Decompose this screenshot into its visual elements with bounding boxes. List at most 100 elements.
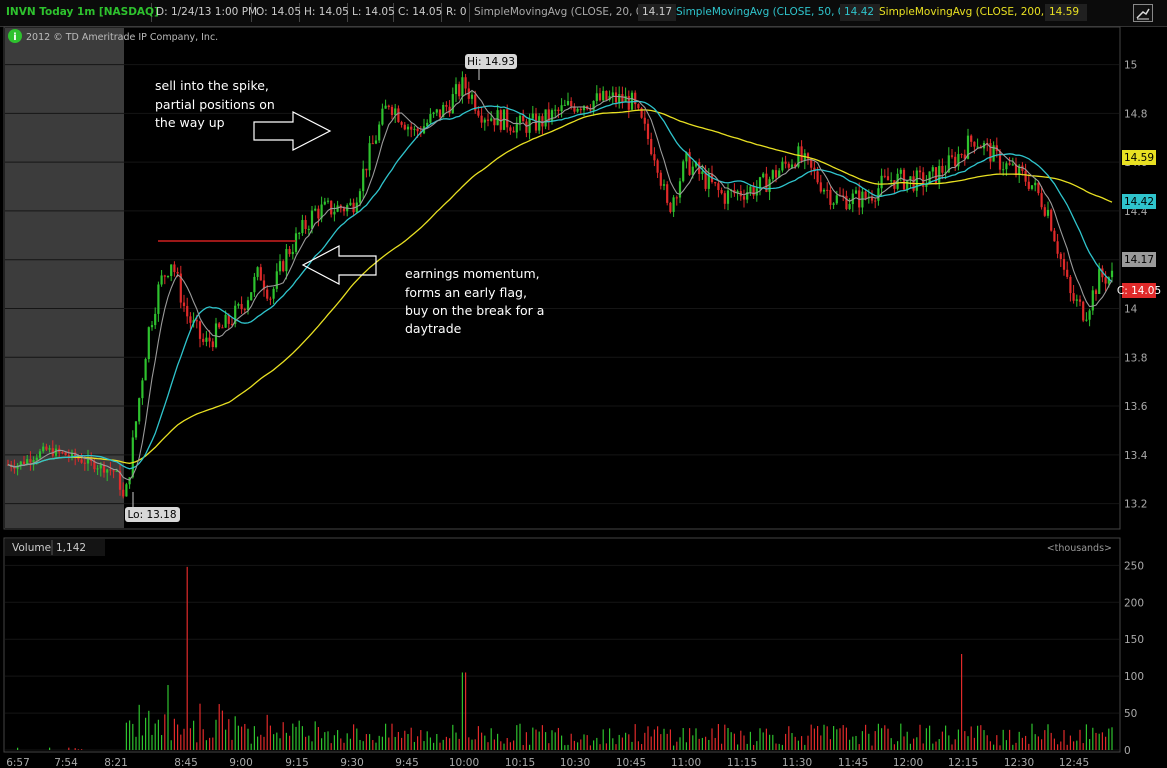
candle-body bbox=[675, 197, 678, 199]
candle-body bbox=[330, 200, 333, 215]
candle-body bbox=[416, 128, 419, 132]
candle-body bbox=[397, 108, 400, 123]
candle-body bbox=[752, 186, 755, 196]
candle-body bbox=[742, 196, 746, 200]
candle-body bbox=[400, 122, 403, 125]
candle-body bbox=[611, 92, 614, 97]
candle-body bbox=[960, 154, 963, 156]
candle-body bbox=[314, 208, 317, 211]
candle-body bbox=[899, 169, 902, 174]
candle-body bbox=[374, 140, 378, 144]
candle-body bbox=[515, 123, 518, 133]
candle-body bbox=[1011, 164, 1014, 166]
candle-body bbox=[362, 168, 365, 192]
candle-body bbox=[1043, 207, 1046, 216]
price-volume-chart[interactable]: 13.213.413.613.81414.214.414.614.815 i 2… bbox=[0, 0, 1167, 768]
time-tick-label: 11:30 bbox=[782, 757, 812, 768]
candle-body bbox=[717, 183, 720, 191]
candle-body bbox=[781, 161, 784, 171]
candle-body bbox=[832, 203, 835, 205]
candle-body bbox=[1046, 209, 1050, 216]
candle-body bbox=[621, 94, 624, 103]
candle-body bbox=[762, 173, 765, 178]
candle-body bbox=[653, 154, 656, 161]
candle-body bbox=[378, 124, 381, 141]
candle-body bbox=[563, 104, 566, 106]
time-tick-label: 8:21 bbox=[104, 757, 128, 768]
annotation-line: buy on the break for a bbox=[405, 303, 544, 318]
time-tick-label: 7:54 bbox=[54, 757, 78, 768]
candle-body bbox=[557, 109, 560, 112]
candle-body bbox=[96, 468, 99, 470]
info-icon-glyph: i bbox=[13, 32, 16, 43]
candle-body bbox=[886, 176, 890, 181]
candle-body bbox=[774, 170, 778, 178]
candle-body bbox=[266, 289, 269, 299]
candle-body bbox=[243, 309, 246, 311]
candle-body bbox=[384, 105, 387, 109]
candle-body bbox=[509, 127, 512, 131]
candle-body bbox=[323, 201, 326, 205]
candle-body bbox=[310, 210, 314, 229]
volume-axis: 0 50 100 150 200 250 bbox=[1124, 560, 1144, 757]
candle-body bbox=[445, 104, 448, 107]
candle-body bbox=[240, 304, 243, 310]
candle-body bbox=[656, 160, 659, 173]
time-tick-label: 8:45 bbox=[174, 757, 198, 768]
sma20-tag-text: 14.17 bbox=[1124, 254, 1154, 266]
candle-body bbox=[122, 489, 125, 497]
candle-body bbox=[205, 337, 208, 342]
candle-body bbox=[403, 124, 406, 130]
candle-body bbox=[1040, 193, 1043, 208]
candle-body bbox=[298, 233, 301, 235]
candle-body bbox=[406, 126, 410, 130]
candle-body bbox=[1059, 253, 1062, 259]
candle-body bbox=[342, 208, 346, 212]
candle-body bbox=[150, 325, 154, 328]
time-tick-label: 6:57 bbox=[6, 757, 30, 768]
last-price-tag-text: C: 14.05 bbox=[1117, 285, 1161, 297]
candle-body bbox=[1034, 182, 1037, 186]
price-tick-label: 15 bbox=[1124, 60, 1137, 72]
candle-body bbox=[890, 180, 893, 182]
candle-body bbox=[278, 261, 282, 272]
candle-body bbox=[326, 200, 330, 202]
candle-body bbox=[61, 452, 64, 454]
candle-body bbox=[541, 116, 544, 127]
candle-body bbox=[800, 146, 803, 161]
candle-body bbox=[1082, 301, 1085, 321]
candle-body bbox=[22, 461, 26, 465]
candle-body bbox=[282, 261, 285, 272]
time-tick-label: 12:30 bbox=[1004, 757, 1034, 768]
candle-body bbox=[173, 264, 176, 273]
candle-body bbox=[970, 135, 973, 142]
candle-body bbox=[176, 272, 179, 274]
candle-body bbox=[1053, 230, 1056, 242]
price-tick-label: 13.6 bbox=[1124, 401, 1148, 413]
candle-body bbox=[301, 220, 304, 234]
candle-body bbox=[291, 251, 294, 255]
candle-body bbox=[29, 459, 32, 463]
time-axis: 6:57 7:54 8:21 8:45 9:00 9:15 9:30 9:45 10:00 10:… bbox=[6, 757, 1089, 768]
time-tick-label: 9:00 bbox=[229, 757, 253, 768]
candle-body bbox=[998, 151, 1002, 170]
candle-body bbox=[432, 112, 435, 115]
candle-body bbox=[166, 276, 170, 278]
candle-body bbox=[189, 316, 192, 323]
candle-body bbox=[1094, 290, 1098, 295]
candle-body bbox=[637, 104, 640, 109]
time-tick-label: 10:45 bbox=[616, 757, 646, 768]
candle-body bbox=[259, 267, 262, 281]
candle-body bbox=[659, 172, 662, 186]
time-tick-label: 9:30 bbox=[340, 757, 364, 768]
candle-body bbox=[208, 337, 211, 342]
price-tick-label: 13.8 bbox=[1124, 352, 1147, 364]
candle-body bbox=[45, 446, 48, 450]
candle-body bbox=[614, 92, 618, 103]
time-tick-label: 11:15 bbox=[727, 757, 757, 768]
candle-body bbox=[880, 175, 883, 189]
candle-body bbox=[307, 228, 310, 230]
candle-body bbox=[883, 175, 886, 177]
candle-body bbox=[483, 119, 486, 123]
candle-body bbox=[1050, 209, 1053, 231]
